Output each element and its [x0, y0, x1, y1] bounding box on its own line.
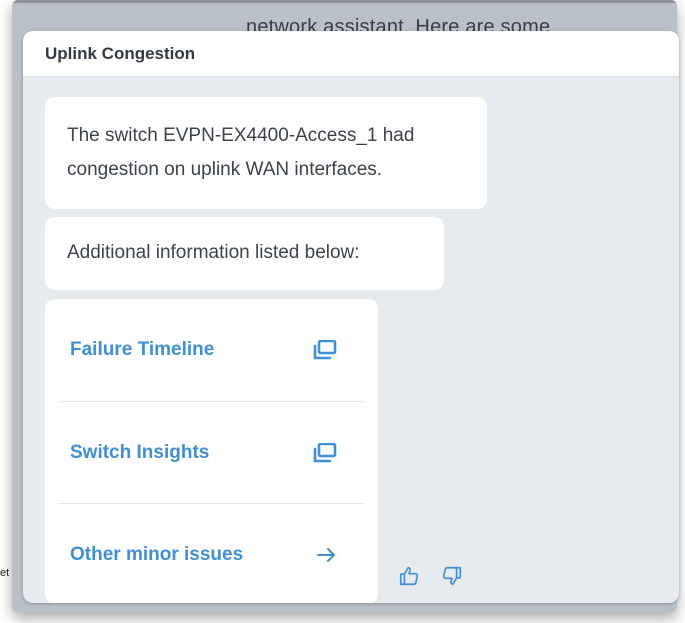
screen: network assistant. Here are some et Upli… [0, 0, 685, 623]
link-other-minor-issues[interactable]: Other minor issues [58, 503, 365, 603]
link-label[interactable]: Switch Insights [70, 442, 209, 464]
popout-icon[interactable] [313, 442, 337, 463]
link-switch-insights[interactable]: Switch Insights [58, 401, 365, 503]
links-list: Failure Timeline Switch Insights Other m… [45, 299, 378, 603]
message-bubble: Additional information listed below: [45, 217, 444, 290]
uplink-congestion-card: Uplink Congestion The switch EVPN-EX4400… [23, 31, 679, 603]
link-failure-timeline[interactable]: Failure Timeline [58, 299, 365, 401]
link-label[interactable]: Failure Timeline [70, 339, 214, 361]
thumbs-up-icon[interactable] [397, 564, 421, 588]
link-label[interactable]: Other minor issues [70, 544, 243, 566]
arrow-right-icon[interactable] [317, 547, 337, 563]
thumbs-down-icon[interactable] [440, 564, 464, 588]
message-text: Additional information listed below: [67, 242, 360, 263]
message-bubble: The switch EVPN-EX4400-Access_1 had cong… [45, 97, 487, 209]
card-header: Uplink Congestion [23, 31, 679, 77]
popout-icon[interactable] [313, 340, 337, 360]
card-title: Uplink Congestion [45, 43, 196, 63]
window-frame-line [12, 0, 677, 3]
message-text: The switch EVPN-EX4400-Access_1 had cong… [67, 125, 415, 180]
background-side-text: et [0, 567, 10, 579]
